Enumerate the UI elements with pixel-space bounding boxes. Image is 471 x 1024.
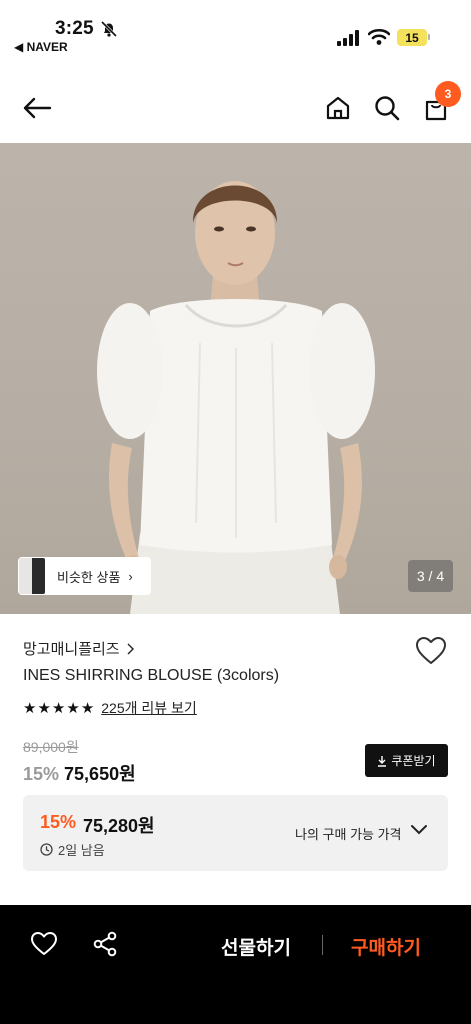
my-discount-rate: 15% [40, 812, 77, 832]
coupon-label: 쿠폰받기 [391, 754, 436, 768]
rating-row: ★ ★ ★ ★ ★ 225개 리뷰 보기 [23, 698, 197, 718]
my-price-panel[interactable]: 15% 75,280원 2일 남음 나의 구매 가능 가격 [23, 795, 448, 871]
heart-icon [416, 637, 446, 664]
gift-button[interactable]: 선물하기 [221, 933, 291, 960]
arrow-left-icon [23, 97, 52, 119]
star-icon: ★ [80, 700, 95, 717]
battery-cap [428, 34, 430, 40]
time-remaining: 2일 남음 [58, 843, 105, 858]
product-image[interactable] [0, 143, 471, 614]
product-title: INES SHIRRING BLOUSE (3colors) [23, 667, 280, 684]
wishlist-button[interactable] [415, 636, 447, 666]
cellular-signal-icon [337, 30, 359, 46]
similar-products-label: 비슷한 상품 [57, 569, 121, 585]
brand-link[interactable]: 망고매니플리즈 [23, 638, 134, 659]
star-icon: ★ [51, 700, 66, 717]
sale-price: 75,650원 [64, 764, 136, 784]
chevron-right-icon: › [128, 568, 133, 584]
home-button[interactable] [322, 92, 354, 124]
original-price: 89,000원 [23, 739, 79, 755]
search-icon [375, 96, 400, 121]
star-icon: ★ [23, 700, 37, 717]
buy-button[interactable]: 구매하기 [351, 933, 421, 960]
model-photo [97, 181, 375, 614]
coupon-download-button[interactable]: 쿠폰받기 [365, 744, 448, 777]
bell-muted-icon [100, 20, 118, 38]
star-icon: ★ [37, 700, 51, 717]
back-button[interactable] [21, 92, 53, 124]
sale-price-row: 15% 75,650원 [23, 760, 136, 786]
brand-name: 망고매니플리즈 [23, 641, 120, 658]
back-to-app-link[interactable]: ◀ NAVER [14, 40, 68, 54]
download-icon [378, 755, 387, 767]
status-time: 3:25 [55, 18, 94, 39]
divider [322, 935, 323, 955]
search-button[interactable] [371, 92, 403, 124]
timer-row: 2일 남음 [40, 840, 105, 859]
wifi-icon [368, 28, 390, 45]
heart-icon[interactable] [30, 931, 58, 957]
chevron-right-icon [127, 643, 134, 654]
chevron-down-icon [411, 825, 427, 835]
share-icon[interactable] [92, 931, 118, 957]
similar-products-button[interactable]: 비슷한 상품 › [18, 557, 151, 595]
bottom-action-bar: 선물하기 구매하기 [0, 905, 471, 1024]
battery-level: 15 [397, 29, 427, 46]
top-nav-bar [0, 78, 471, 138]
home-icon [326, 96, 350, 120]
clock-icon [40, 843, 53, 856]
star-icon: ★ [66, 700, 80, 717]
my-price-label: 나의 구매 가능 가격 [295, 827, 402, 842]
discount-rate: 15% [23, 764, 60, 784]
review-link[interactable]: 225개 리뷰 보기 [101, 698, 197, 718]
cart-count-badge: 3 [435, 81, 461, 107]
status-bar: 3:25 ◀ NAVER 15 [0, 0, 471, 58]
my-price: 75,280원 [83, 816, 155, 836]
similar-product-thumbnail [19, 558, 45, 594]
image-page-indicator: 3 / 4 [408, 560, 453, 592]
